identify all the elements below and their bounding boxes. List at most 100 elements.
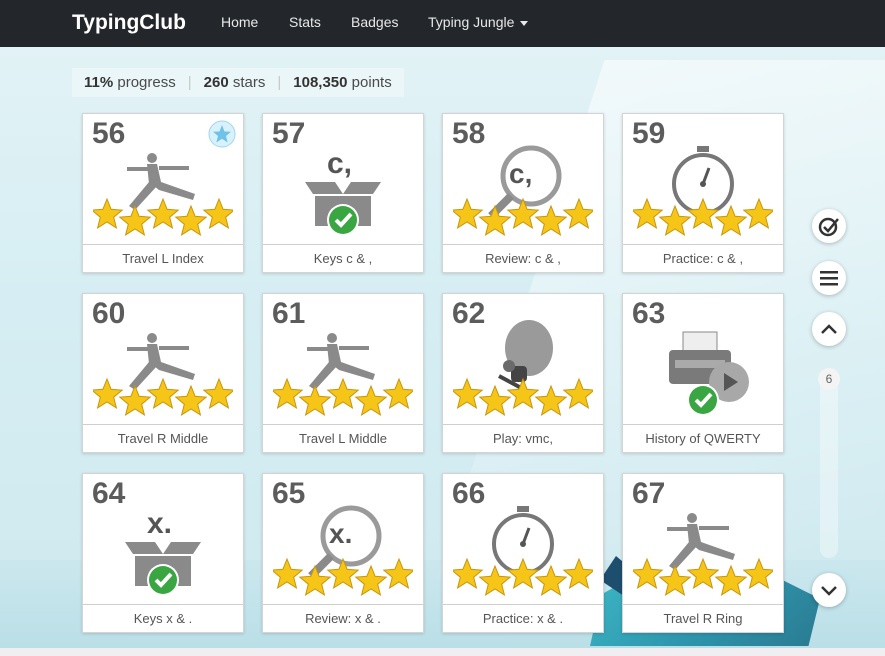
lesson-number: 58	[452, 117, 486, 150]
lesson-card[interactable]: 56 Travel L Index	[82, 113, 244, 273]
nav-badges[interactable]: Badges	[351, 14, 398, 30]
scroll-up-button[interactable]	[812, 312, 846, 346]
lesson-card[interactable]: 65 x. Review: x & .	[262, 473, 424, 633]
points-count: 108,350	[293, 74, 348, 91]
star-icon	[118, 204, 152, 236]
lesson-number: 65	[272, 477, 306, 510]
stars-rating	[453, 197, 593, 236]
menu-button[interactable]	[812, 261, 846, 295]
lesson-number: 63	[632, 297, 666, 330]
star-icon	[562, 377, 593, 409]
lesson-number: 56	[92, 117, 126, 150]
nav-stats[interactable]: Stats	[289, 14, 321, 30]
lesson-number: 66	[452, 477, 486, 510]
stars-label: stars	[232, 74, 266, 91]
dropdown-label: Typing Jungle	[428, 14, 515, 30]
star-icon	[453, 557, 484, 589]
stars-count: 260	[203, 74, 229, 91]
lesson-label: Travel L Middle	[263, 424, 423, 452]
star-icon	[118, 384, 152, 416]
star-icon	[658, 204, 692, 236]
scroll-down-button[interactable]	[812, 573, 846, 607]
lesson-number: 60	[92, 297, 126, 330]
star-icon	[273, 377, 304, 409]
divider: |	[187, 74, 192, 91]
divider: |	[277, 74, 282, 91]
page-indicator: 6	[818, 368, 840, 390]
star-icon	[714, 564, 748, 596]
lesson-label: History of QWERTY	[623, 424, 783, 452]
star-icon	[174, 204, 208, 236]
lesson-label: Practice: c & ,	[623, 244, 783, 272]
star-icon	[686, 557, 720, 589]
lesson-label: Practice: x & .	[443, 604, 603, 632]
typewriter-video-icon	[669, 331, 749, 416]
star-icon	[93, 197, 124, 229]
star-icon	[453, 377, 484, 409]
star-icon	[562, 557, 593, 589]
page-scroll-track[interactable]	[820, 368, 838, 558]
progress-percent: 11%	[84, 74, 114, 91]
lesson-card[interactable]: 67 Travel R Ring	[622, 473, 784, 633]
logo[interactable]: TypingClub	[72, 11, 186, 35]
star-icon	[93, 377, 124, 409]
star-icon	[534, 564, 568, 596]
lesson-card[interactable]: 59 Practice: c & ,	[622, 113, 784, 273]
star-icon	[506, 377, 540, 409]
lesson-number: 57	[272, 117, 306, 150]
star-icon	[478, 384, 512, 416]
star-icon	[633, 557, 664, 589]
star-icon	[506, 197, 540, 229]
chevron-down-icon	[520, 20, 529, 26]
star-icon	[382, 377, 413, 409]
nav-home[interactable]: Home	[221, 14, 258, 30]
progress-label: progress	[117, 74, 176, 91]
star-icon	[202, 377, 233, 409]
lesson-card[interactable]: 64 x. Keys x & .	[82, 473, 244, 633]
lesson-card[interactable]: 58 c, Review: c & ,	[442, 113, 604, 273]
chevron-down-icon	[821, 586, 837, 596]
lesson-number: 67	[632, 477, 666, 510]
open-box-check-icon	[305, 182, 381, 236]
star-icon	[174, 384, 208, 416]
stars-rating	[273, 557, 413, 596]
lesson-card[interactable]: 60 Travel R Middle	[82, 293, 244, 453]
star-icon	[534, 204, 568, 236]
lesson-card[interactable]: 66 Practice: x & .	[442, 473, 604, 633]
stars-rating	[633, 557, 773, 596]
nav-typing-jungle-dropdown[interactable]: Typing Jungle	[428, 14, 529, 30]
star-icon	[506, 557, 540, 589]
footer-strip	[0, 648, 885, 656]
key-glyph: x.	[147, 507, 173, 540]
star-icon	[534, 384, 568, 416]
chevron-up-icon	[821, 324, 837, 334]
star-icon	[714, 204, 748, 236]
stars-rating	[93, 377, 233, 416]
lesson-card[interactable]: 61 Travel L Middle	[262, 293, 424, 453]
lesson-card[interactable]: 57 c, Keys c & ,	[262, 113, 424, 273]
stars-rating	[453, 557, 593, 596]
star-icon	[478, 564, 512, 596]
lesson-card[interactable]: 62 Play: vmc,	[442, 293, 604, 453]
stars-rating	[93, 197, 233, 236]
check-progress-button[interactable]	[812, 209, 846, 243]
top-navbar: TypingClub Home Stats Badges Typing Jung…	[0, 0, 885, 47]
lesson-number: 62	[452, 297, 486, 330]
star-icon	[146, 377, 180, 409]
lesson-label: Keys c & ,	[263, 244, 423, 272]
lesson-card[interactable]: 63 History of QWERTY	[622, 293, 784, 453]
lesson-label: Travel L Index	[83, 244, 243, 272]
star-icon	[478, 204, 512, 236]
stars-rating	[633, 197, 773, 236]
progress-summary: 11% progress | 260 stars | 108,350 point…	[72, 68, 404, 97]
key-glyph: c,	[509, 158, 533, 189]
star-icon	[453, 197, 484, 229]
star-icon	[298, 384, 332, 416]
stars-rating	[453, 377, 593, 416]
open-box-check-icon	[125, 542, 201, 596]
lesson-number: 64	[92, 477, 126, 510]
star-icon	[146, 197, 180, 229]
star-icon	[742, 557, 773, 589]
star-icon	[202, 197, 233, 229]
star-medal-icon	[208, 120, 236, 148]
